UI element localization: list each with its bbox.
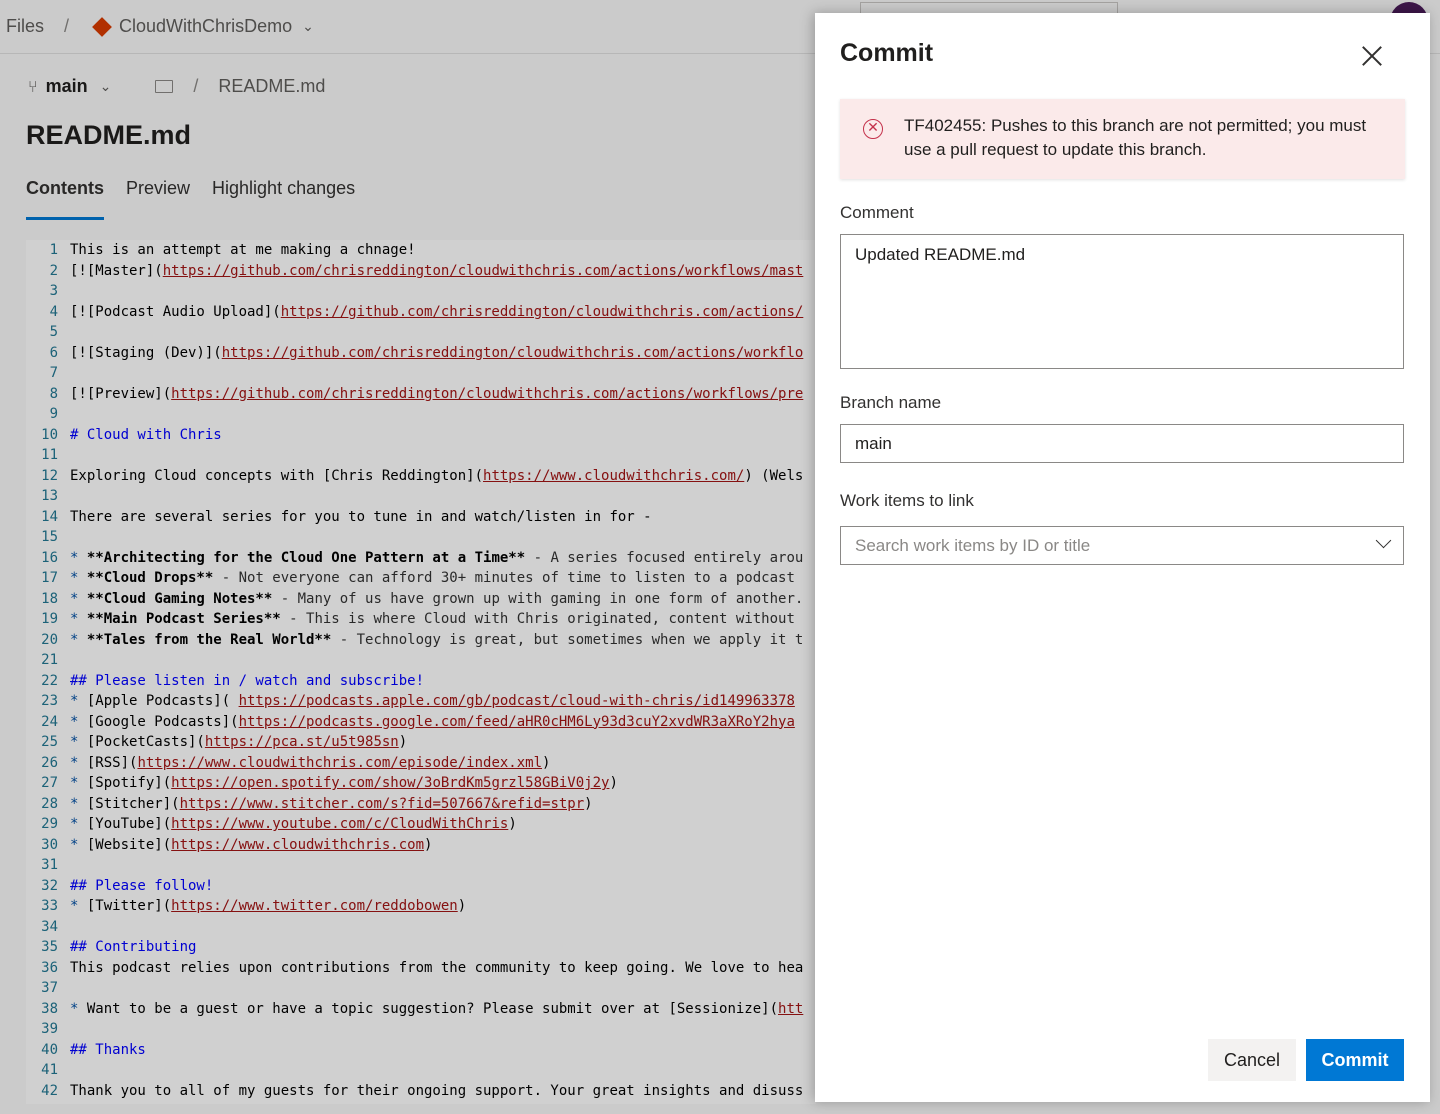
branch-name-input[interactable]: main — [840, 424, 1404, 463]
cancel-button[interactable]: Cancel — [1208, 1039, 1296, 1081]
error-circle-icon: ✕ — [863, 119, 883, 139]
chevron-down-icon — [1375, 532, 1392, 549]
work-items-label: Work items to link — [840, 491, 974, 510]
error-message-text: TF402455: Pushes to this branch are not … — [904, 116, 1367, 159]
comment-label: Comment — [840, 203, 914, 222]
commit-panel: Commit ✕ TF402455: Pushes to this branch… — [815, 13, 1430, 1102]
panel-title: Commit — [840, 39, 934, 67]
commit-button[interactable]: Commit — [1306, 1039, 1404, 1081]
work-items-dropdown[interactable]: Search work items by ID or title — [840, 526, 1404, 565]
error-message-bar: ✕ TF402455: Pushes to this branch are no… — [840, 99, 1405, 179]
comment-field[interactable]: Updated README.md — [840, 234, 1404, 369]
close-icon[interactable] — [1357, 41, 1387, 71]
work-items-placeholder: Search work items by ID or title — [855, 536, 1091, 555]
branch-name-label: Branch name — [840, 393, 942, 412]
